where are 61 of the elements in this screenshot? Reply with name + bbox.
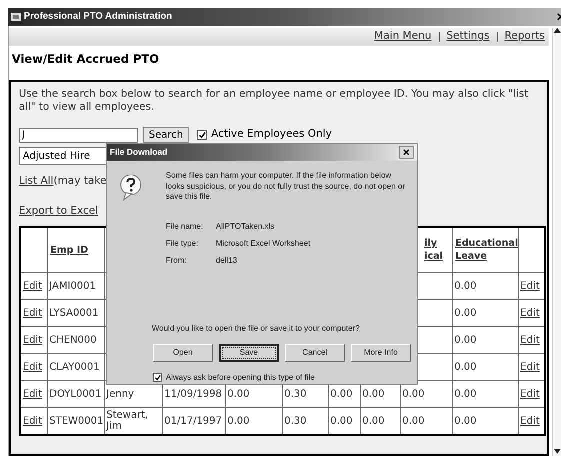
app-icon <box>11 13 21 21</box>
table-cell-text: 0.00 <box>330 416 354 426</box>
table-cell-text: 0.00 <box>454 334 478 346</box>
checkbox-label: Always ask before opening this type of file <box>166 372 315 384</box>
export-link[interactable]: Export to Excel <box>19 204 98 220</box>
table-cell-text: 0.00 <box>362 416 386 426</box>
checkbox[interactable] <box>153 373 162 382</box>
table-cell-text: 0.00 <box>362 388 386 400</box>
checkbox[interactable] <box>197 130 208 140</box>
table-cell-text: 01/17/1997 <box>164 416 224 426</box>
scrollbar[interactable] <box>552 28 561 456</box>
table-cell-text: 0.00 <box>454 362 478 373</box>
field-label: File name: <box>166 220 204 232</box>
check-icon <box>154 374 160 380</box>
scroll-down-icon[interactable] <box>554 449 560 454</box>
table-cell-text: 0.30 <box>284 388 308 400</box>
table-cell-text: LYSA0001 <box>48 308 100 319</box>
nav-link[interactable]: Reports <box>504 29 545 45</box>
table-cell-text: Jenny <box>105 388 136 400</box>
table-cell-text: 0.00 <box>454 280 478 292</box>
field-label: From: <box>166 254 188 266</box>
dialog-button[interactable]: More Info <box>351 344 411 362</box>
question-icon <box>120 175 142 201</box>
close-icon <box>403 149 410 156</box>
window-title: Professional PTO Administration <box>24 10 172 24</box>
table-cell-text: DOYL0001 <box>48 388 103 400</box>
search-button[interactable]: Search <box>143 127 190 144</box>
dialog-button[interactable]: Open <box>153 344 213 362</box>
table-cell-text: 0.00 <box>454 416 478 426</box>
list-all-link[interactable]: List All <box>19 174 54 190</box>
table-cell-text: 0.00 <box>226 416 251 426</box>
table-cell-text: STEW0001 <box>48 416 104 426</box>
nav-link[interactable]: Settings <box>446 29 490 45</box>
table-cell-text: 0.30 <box>284 416 308 426</box>
field-value: dell13 <box>216 254 238 266</box>
scroll-up-icon[interactable] <box>554 28 560 33</box>
checkbox-label: Active Employees Only <box>211 127 332 142</box>
field-label: File type: <box>166 238 200 250</box>
page-title: View/Edit Accrued PTO <box>12 51 160 68</box>
table-cell-text: 11/09/1998 <box>164 388 224 400</box>
check-icon <box>198 132 206 139</box>
table-cell-text: CLAY0001 <box>48 362 101 373</box>
field-value: Microsoft Excel Worksheet <box>216 238 311 250</box>
table-cell-text: CHEN000 <box>48 334 98 346</box>
warning-text: Some files can harm your computer. If the file information below looks suspicious, or you do not fully trust the source, do not open or save this file. <box>166 171 406 202</box>
table-cell-text: 0.00 <box>454 388 478 400</box>
table-cell-text: Stewart, Jim <box>105 410 150 432</box>
dialog-button[interactable]: Cancel <box>285 344 345 362</box>
table-cell-text: 0.00 <box>330 388 354 400</box>
table-cell-text: 0.00 <box>454 308 478 319</box>
list-all-note: (may take <box>54 174 107 190</box>
table-cell-text: 0.00 <box>226 388 251 400</box>
instructions-text: Use the search box below to search for an employee name or employee ID. You may also click "list all" to view all employees. <box>19 88 530 114</box>
dialog-button[interactable]: Save <box>219 344 279 362</box>
field-value: AllPTOTaken.xls <box>216 220 275 232</box>
close-button[interactable] <box>399 146 414 159</box>
table-cell-text: 0.00 <box>402 388 426 400</box>
table-cell-text: 0.00 <box>402 416 426 426</box>
nav-link[interactable]: Main Menu <box>374 29 432 45</box>
table-cell-text: JAMI0001 <box>48 280 98 292</box>
question-text: Would you like to open the file or save it to your computer? <box>152 322 361 334</box>
